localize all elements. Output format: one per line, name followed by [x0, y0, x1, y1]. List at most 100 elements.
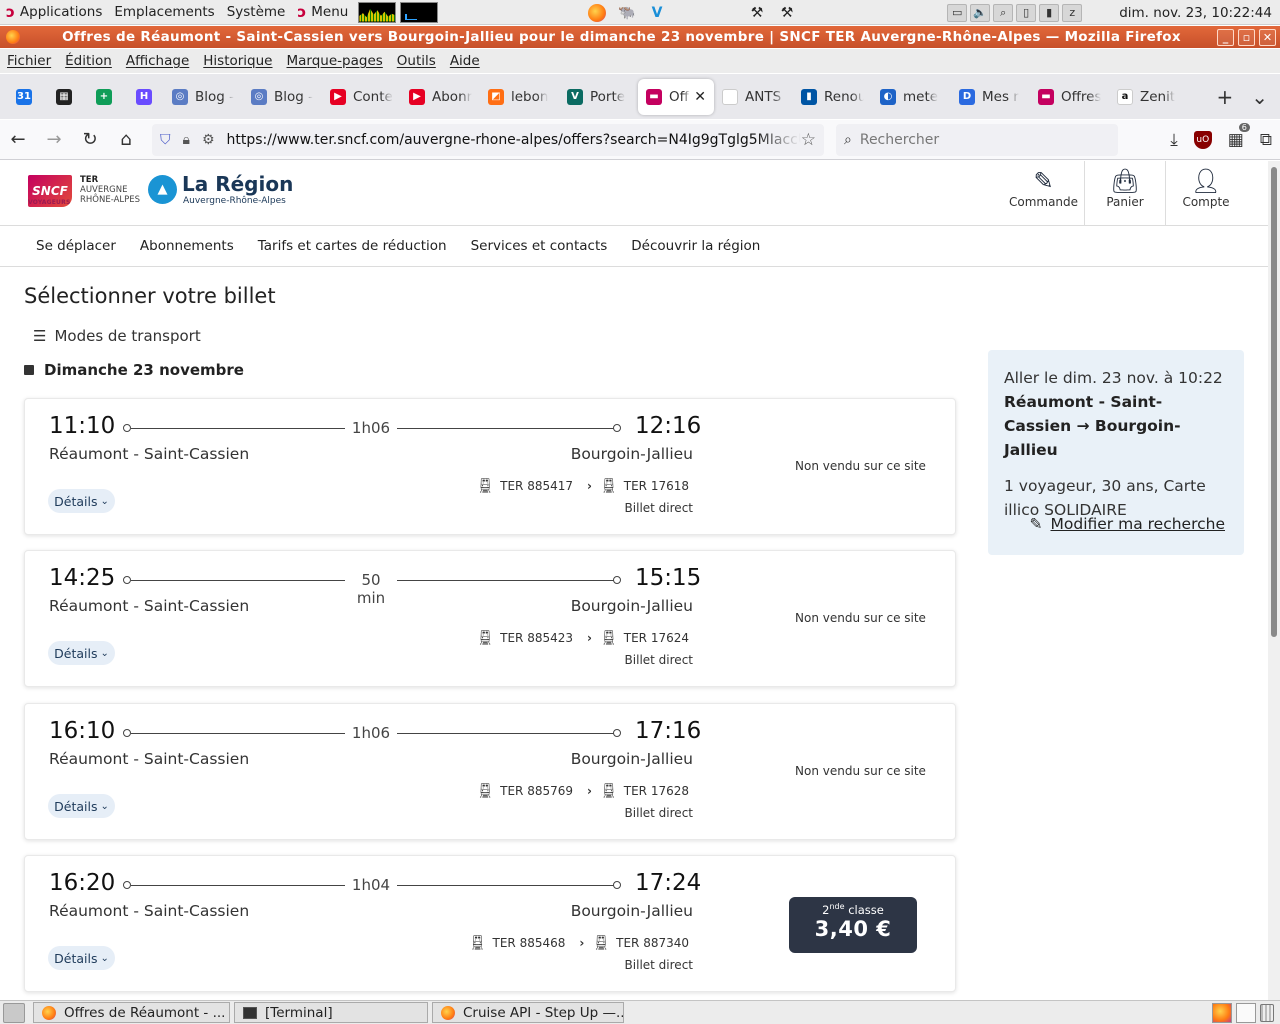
- menu-edit[interactable]: Édition: [58, 53, 119, 69]
- nav-discover[interactable]: Découvrir la région: [619, 238, 772, 254]
- nav-services[interactable]: Services et contacts: [459, 238, 620, 254]
- duration: 1h06: [351, 724, 391, 742]
- tab-after-4[interactable]: ▬ Offres: [1030, 79, 1109, 115]
- tab-after-1[interactable]: ▮ Renou: [793, 79, 872, 115]
- taskbar-item[interactable]: [Terminal]: [234, 1002, 428, 1023]
- details-button[interactable]: Détails ⌄: [48, 489, 115, 513]
- tool2-launcher-icon[interactable]: ⚒: [775, 2, 799, 23]
- tab-2[interactable]: ▶ Conte: [322, 79, 401, 115]
- tool-launcher-icon[interactable]: ⚒: [745, 2, 769, 23]
- menu-history[interactable]: Historique: [196, 53, 279, 69]
- menu-tools[interactable]: Outils: [390, 53, 443, 69]
- shield-icon[interactable]: ⛉: [160, 132, 171, 148]
- list-all-tabs-button[interactable]: ⌄: [1251, 85, 1268, 109]
- tab-5[interactable]: V Porte: [559, 79, 638, 115]
- pinned-tab-0[interactable]: 31: [4, 79, 44, 115]
- active-tab[interactable]: ▬ Offr✕: [638, 78, 714, 115]
- extensions-puzzle-icon[interactable]: ⧉: [1260, 130, 1272, 150]
- url-bar[interactable]: ⛉ 🔒︎ ⚙ https://www.ter.sncf.com/auvergne…: [152, 123, 824, 156]
- price-button[interactable]: 2nde classe 3,40 €: [789, 897, 917, 953]
- pinned-tab-2[interactable]: +: [84, 79, 124, 115]
- system-menu[interactable]: Système: [221, 0, 292, 25]
- nav-fares[interactable]: Tarifs et cartes de réduction: [246, 238, 459, 254]
- cart-button[interactable]: 👜︎ Panier: [1084, 161, 1165, 226]
- workspace-2[interactable]: [1236, 1002, 1256, 1023]
- tab-4[interactable]: ◩ lebon: [480, 79, 559, 115]
- navigation-bar: ← → ↻ ⌂ ⛉ 🔒︎ ⚙ https://www.ter.sncf.com/…: [0, 120, 1280, 160]
- tab-after-3[interactable]: D Mes r: [951, 79, 1030, 115]
- new-tab-button[interactable]: +: [1216, 85, 1233, 109]
- account-button[interactable]: 👤︎ Compte: [1165, 161, 1246, 226]
- menu-file[interactable]: Fichier: [0, 53, 58, 69]
- journey-card[interactable]: 16:10 1h06 17:16 Réaumont - Saint-Cassien Bo…: [24, 703, 956, 840]
- details-button[interactable]: Détails ⌄: [48, 794, 115, 818]
- journey-card[interactable]: 14:25 50 min 15:15 Réaumont - Saint-Cassien…: [24, 550, 956, 687]
- modify-search-link[interactable]: ✎ Modifier ma recherche: [1030, 512, 1226, 536]
- tab-0[interactable]: ◎ Blog -: [164, 79, 243, 115]
- pinned-tab-3[interactable]: H: [124, 79, 164, 115]
- maximize-button[interactable]: ▫: [1238, 28, 1255, 46]
- tab-3[interactable]: ▶ Abonr: [401, 79, 480, 115]
- search-tray-icon[interactable]: ⌕: [993, 3, 1014, 22]
- search-bar[interactable]: ⌕ Rechercher: [836, 123, 1118, 156]
- details-button[interactable]: Détails ⌄: [48, 946, 115, 970]
- taskbar-item[interactable]: Cruise API - Step Up —...: [432, 1002, 624, 1023]
- nav-travel[interactable]: Se déplacer: [24, 238, 128, 254]
- lock-icon[interactable]: 🔒︎: [183, 132, 190, 148]
- tab-label: Blog -: [195, 88, 235, 105]
- journey-card[interactable]: 16:20 1h04 17:24 Réaumont - Saint-Cassien Bo…: [24, 855, 956, 992]
- sleep-icon[interactable]: z: [1062, 3, 1083, 22]
- workspace-1[interactable]: [1212, 1002, 1232, 1023]
- forward-button[interactable]: →: [36, 124, 72, 156]
- battery-icon[interactable]: ▮: [1039, 3, 1060, 22]
- ublock-icon[interactable]: uO: [1193, 130, 1212, 149]
- journey-card[interactable]: 11:10 1h06 12:16 Réaumont - Saint-Cassien Bo…: [24, 398, 956, 535]
- details-button[interactable]: Détails ⌄: [48, 641, 115, 665]
- region-logo-icon[interactable]: ▲: [148, 175, 177, 204]
- network-monitor[interactable]: [400, 1, 439, 23]
- transport-modes-button[interactable]: ☰ Modes de transport: [33, 327, 201, 345]
- trash-icon[interactable]: [1260, 1003, 1274, 1022]
- nav-subscriptions[interactable]: Abonnements: [128, 238, 246, 254]
- tab-after-0[interactable]: ANTS - R: [714, 79, 793, 115]
- close-window-button[interactable]: ✕: [1259, 28, 1276, 46]
- tab-after-5[interactable]: a Zenit: [1109, 79, 1188, 115]
- bookmark-star-icon[interactable]: ☆: [801, 130, 816, 150]
- home-button[interactable]: ⌂: [108, 124, 144, 156]
- close-tab-icon[interactable]: ✕: [694, 89, 706, 105]
- firefox-launcher-icon[interactable]: [585, 2, 609, 23]
- tab-after-2[interactable]: ◐ mete: [872, 79, 951, 115]
- places-menu[interactable]: Emplacements: [108, 0, 220, 25]
- chevron-right-icon: ›: [587, 631, 592, 645]
- window-titlebar[interactable]: Offres de Réaumont - Saint-Cassien vers …: [0, 26, 1280, 48]
- clock[interactable]: dim. nov. 23, 10:22:44: [1119, 5, 1272, 21]
- mascot-launcher-icon[interactable]: 🐃: [615, 2, 639, 23]
- back-button[interactable]: ←: [0, 124, 36, 156]
- vscode-launcher-icon[interactable]: V: [645, 2, 669, 23]
- chevron-down-icon: ⌄: [100, 800, 109, 812]
- page-scrollbar[interactable]: [1268, 161, 1280, 1000]
- volume-icon[interactable]: 🔈: [970, 3, 991, 22]
- show-desktop-button[interactable]: [3, 1002, 25, 1023]
- main-menu[interactable]: ↄ Menu: [291, 0, 354, 25]
- reload-button[interactable]: ↻: [72, 124, 108, 156]
- tab-1[interactable]: ◎ Blog -: [243, 79, 322, 115]
- downloads-icon[interactable]: ⤓: [1170, 130, 1178, 150]
- menu-view[interactable]: Affichage: [119, 53, 196, 69]
- url-text[interactable]: https://www.ter.sncf.com/auvergne-rhone-…: [227, 132, 801, 148]
- clipboard-icon[interactable]: ▯: [1016, 3, 1037, 22]
- menu-bookmarks[interactable]: Marque-pages: [280, 53, 390, 69]
- menu-help[interactable]: Aide: [443, 53, 487, 69]
- extensions-icon[interactable]: ▦ 6: [1228, 122, 1250, 150]
- region-name[interactable]: La Région: [182, 172, 293, 196]
- display-icon[interactable]: ▭: [947, 3, 968, 22]
- orders-button[interactable]: ✎ Commande: [1003, 161, 1084, 226]
- taskbar-item[interactable]: Offres de Réaumont - ...: [33, 1002, 230, 1023]
- arrival-time: 17:16: [635, 718, 702, 744]
- applications-menu[interactable]: ↄ Applications: [0, 0, 108, 25]
- line-start-dot: [123, 729, 131, 737]
- pinned-tab-1[interactable]: ▦: [44, 79, 84, 115]
- permissions-icon[interactable]: ⚙: [202, 132, 215, 148]
- minimize-button[interactable]: _: [1217, 28, 1234, 46]
- cpu-monitor[interactable]: [358, 1, 397, 23]
